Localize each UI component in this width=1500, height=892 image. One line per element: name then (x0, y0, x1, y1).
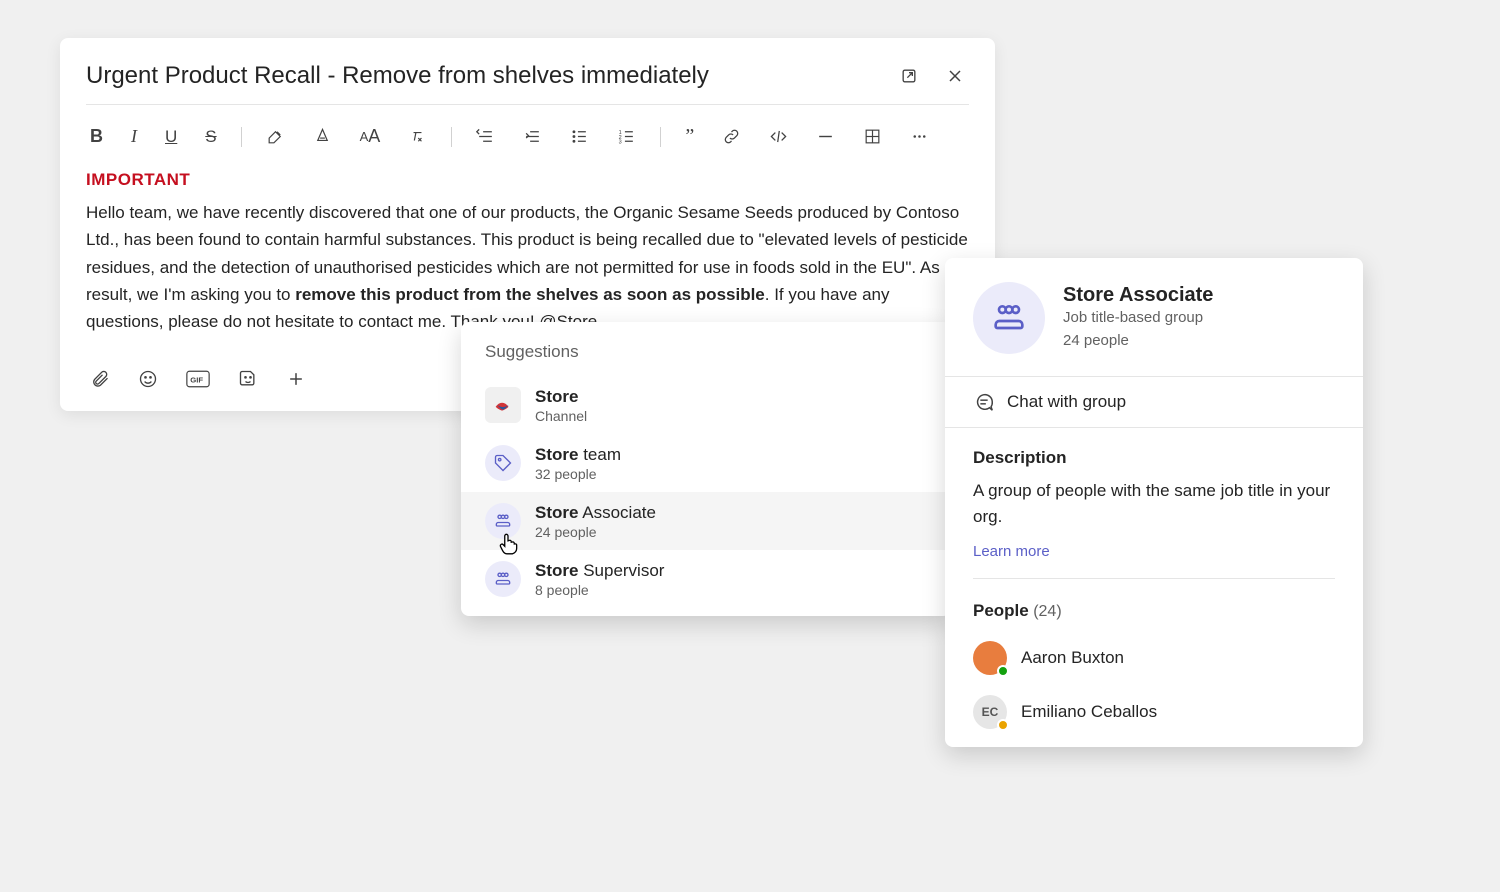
suggestions-heading: Suggestions (461, 322, 951, 376)
person-name: Emiliano Ceballos (1021, 702, 1157, 722)
separator (660, 127, 661, 147)
person-name: Aaron Buxton (1021, 648, 1124, 668)
group-avatar-icon (973, 282, 1045, 354)
people-heading-row: People (24) (973, 601, 1335, 621)
group-icon (485, 503, 521, 539)
strike-button[interactable]: S (201, 123, 220, 151)
presence-indicator (997, 665, 1009, 677)
description-heading: Description (973, 448, 1335, 468)
numbered-list-button[interactable]: 123 (613, 123, 640, 150)
suggestion-label: Store team (535, 444, 621, 466)
people-heading: People (973, 601, 1029, 620)
format-toolbar: B I U S AA 123 ” (86, 105, 969, 166)
people-section: People (24) Aaron Buxton EC Emiliano Cebal… (945, 587, 1363, 747)
separator (451, 127, 452, 147)
person-avatar (973, 641, 1007, 675)
more-button[interactable] (906, 123, 933, 150)
svg-text:GIF: GIF (190, 376, 203, 385)
body-bold: remove this product from the shelves as … (295, 285, 765, 304)
suggestion-subtitle: Channel (535, 408, 587, 424)
close-button[interactable] (941, 62, 969, 90)
suggestion-subtitle: 32 people (535, 466, 621, 482)
bold-button[interactable]: B (86, 122, 107, 151)
suggestion-item[interactable]: StoreChannel (461, 376, 951, 434)
group-title: Store Associate (1063, 284, 1213, 307)
sticker-button[interactable] (234, 365, 262, 393)
group-detail-card: Store Associate Job title-based group 24… (945, 258, 1363, 747)
suggestion-item[interactable]: Store Supervisor8 people (461, 550, 951, 608)
gif-button[interactable]: GIF (182, 365, 214, 393)
person-row[interactable]: EC Emiliano Ceballos (973, 685, 1335, 739)
suggestion-label: Store Supervisor (535, 560, 664, 582)
group-icon (485, 561, 521, 597)
description-text: A group of people with the same job titl… (973, 478, 1335, 529)
link-button[interactable] (718, 123, 745, 150)
tag-icon (485, 445, 521, 481)
code-button[interactable] (765, 123, 792, 150)
suggestion-label: Store Associate (535, 502, 656, 524)
learn-more-link[interactable]: Learn more (973, 543, 1335, 579)
outdent-button[interactable] (472, 123, 499, 150)
important-tag: IMPORTANT (86, 166, 969, 193)
chat-icon (973, 391, 995, 413)
separator (241, 127, 242, 147)
suggestion-item[interactable]: Store Associate24 people (461, 492, 951, 550)
channel-icon (485, 387, 521, 423)
suggestion-item[interactable]: Store team32 people (461, 434, 951, 492)
popout-button[interactable] (895, 62, 923, 90)
person-avatar: EC (973, 695, 1007, 729)
emoji-button[interactable] (134, 365, 162, 393)
font-size-button[interactable]: AA (356, 122, 385, 151)
compose-title: Urgent Product Recall - Remove from shel… (86, 62, 709, 90)
bullet-list-button[interactable] (566, 123, 593, 150)
add-action-button[interactable] (282, 365, 310, 393)
person-row[interactable]: Aaron Buxton (973, 631, 1335, 685)
svg-text:3: 3 (619, 140, 622, 146)
group-subtitle-1: Job title-based group (1063, 307, 1213, 330)
chat-with-group-button[interactable]: Chat with group (945, 376, 1363, 428)
compose-header: Urgent Product Recall - Remove from shel… (86, 62, 969, 105)
font-color-button[interactable] (309, 123, 336, 150)
presence-indicator (997, 719, 1009, 731)
suggestion-subtitle: 8 people (535, 582, 664, 598)
hr-button[interactable] (812, 123, 839, 150)
suggestion-label: Store (535, 386, 587, 408)
underline-button[interactable]: U (161, 123, 181, 151)
description-section: Description A group of people with the s… (945, 428, 1363, 587)
chat-with-group-label: Chat with group (1007, 392, 1126, 412)
people-count: (24) (1033, 603, 1061, 620)
group-subtitle-2: 24 people (1063, 330, 1213, 353)
suggestion-subtitle: 24 people (535, 524, 656, 540)
quote-button[interactable]: ” (681, 121, 698, 152)
indent-button[interactable] (519, 123, 546, 150)
italic-button[interactable]: I (127, 122, 141, 151)
attach-button[interactable] (86, 365, 114, 393)
mention-suggestions-popup: Suggestions StoreChannelStore team32 peo… (461, 322, 951, 616)
header-actions (895, 62, 969, 90)
highlight-button[interactable] (262, 123, 289, 150)
message-body[interactable]: IMPORTANT Hello team, we have recently d… (86, 166, 969, 335)
table-button[interactable] (859, 123, 886, 150)
clear-format-button[interactable] (404, 123, 431, 150)
body-text: Hello team, we have recently discovered … (86, 199, 969, 335)
group-header: Store Associate Job title-based group 24… (945, 258, 1363, 376)
